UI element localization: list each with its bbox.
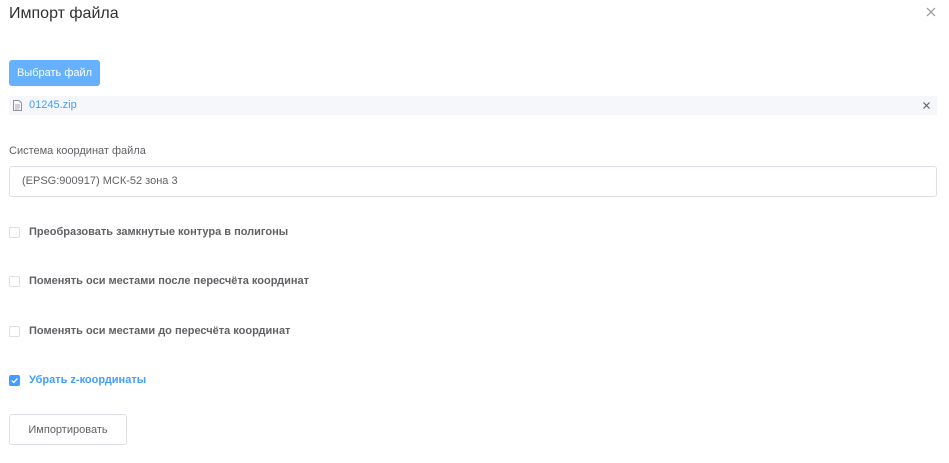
dialog-title: Импорт файла (9, 5, 119, 22)
crs-select[interactable]: (EPSG:900917) МСК-52 зона 3 (9, 166, 937, 197)
document-icon (13, 100, 22, 111)
checkbox-checked[interactable] (9, 374, 20, 386)
close-dialog-button[interactable] (924, 5, 938, 19)
close-icon (924, 5, 938, 19)
checkbox-unchecked[interactable] (9, 325, 20, 337)
import-button[interactable]: Импортировать (9, 414, 127, 445)
remove-file-button[interactable] (922, 101, 931, 110)
checkbox-unchecked[interactable] (9, 226, 20, 238)
option-label: Поменять оси местами до пересчёта коорди… (29, 325, 291, 337)
option-label: Преобразовать замкнутые контура в полиго… (29, 226, 289, 238)
checkbox-unchecked[interactable] (9, 275, 20, 287)
option-swap-axes-before[interactable]: Поменять оси местами до пересчёта коорди… (9, 324, 290, 338)
option-label: Убрать z-координаты (29, 374, 147, 386)
import-file-dialog: Импорт файла Выбрать файл 01245.zip Сист… (0, 0, 949, 463)
option-label: Поменять оси местами после пересчёта коо… (29, 275, 310, 287)
option-remove-z[interactable]: Убрать z-координаты (9, 373, 146, 387)
uploaded-file-item: 01245.zip (9, 96, 937, 115)
option-swap-axes-after[interactable]: Поменять оси местами после пересчёта коо… (9, 274, 309, 288)
choose-file-button[interactable]: Выбрать файл (9, 60, 100, 86)
uploaded-file-name[interactable]: 01245.zip (29, 98, 77, 113)
option-convert-closed-contours[interactable]: Преобразовать замкнутые контура в полиго… (9, 225, 288, 239)
crs-field-label: Система координат файла (9, 145, 146, 157)
check-icon (11, 377, 18, 383)
